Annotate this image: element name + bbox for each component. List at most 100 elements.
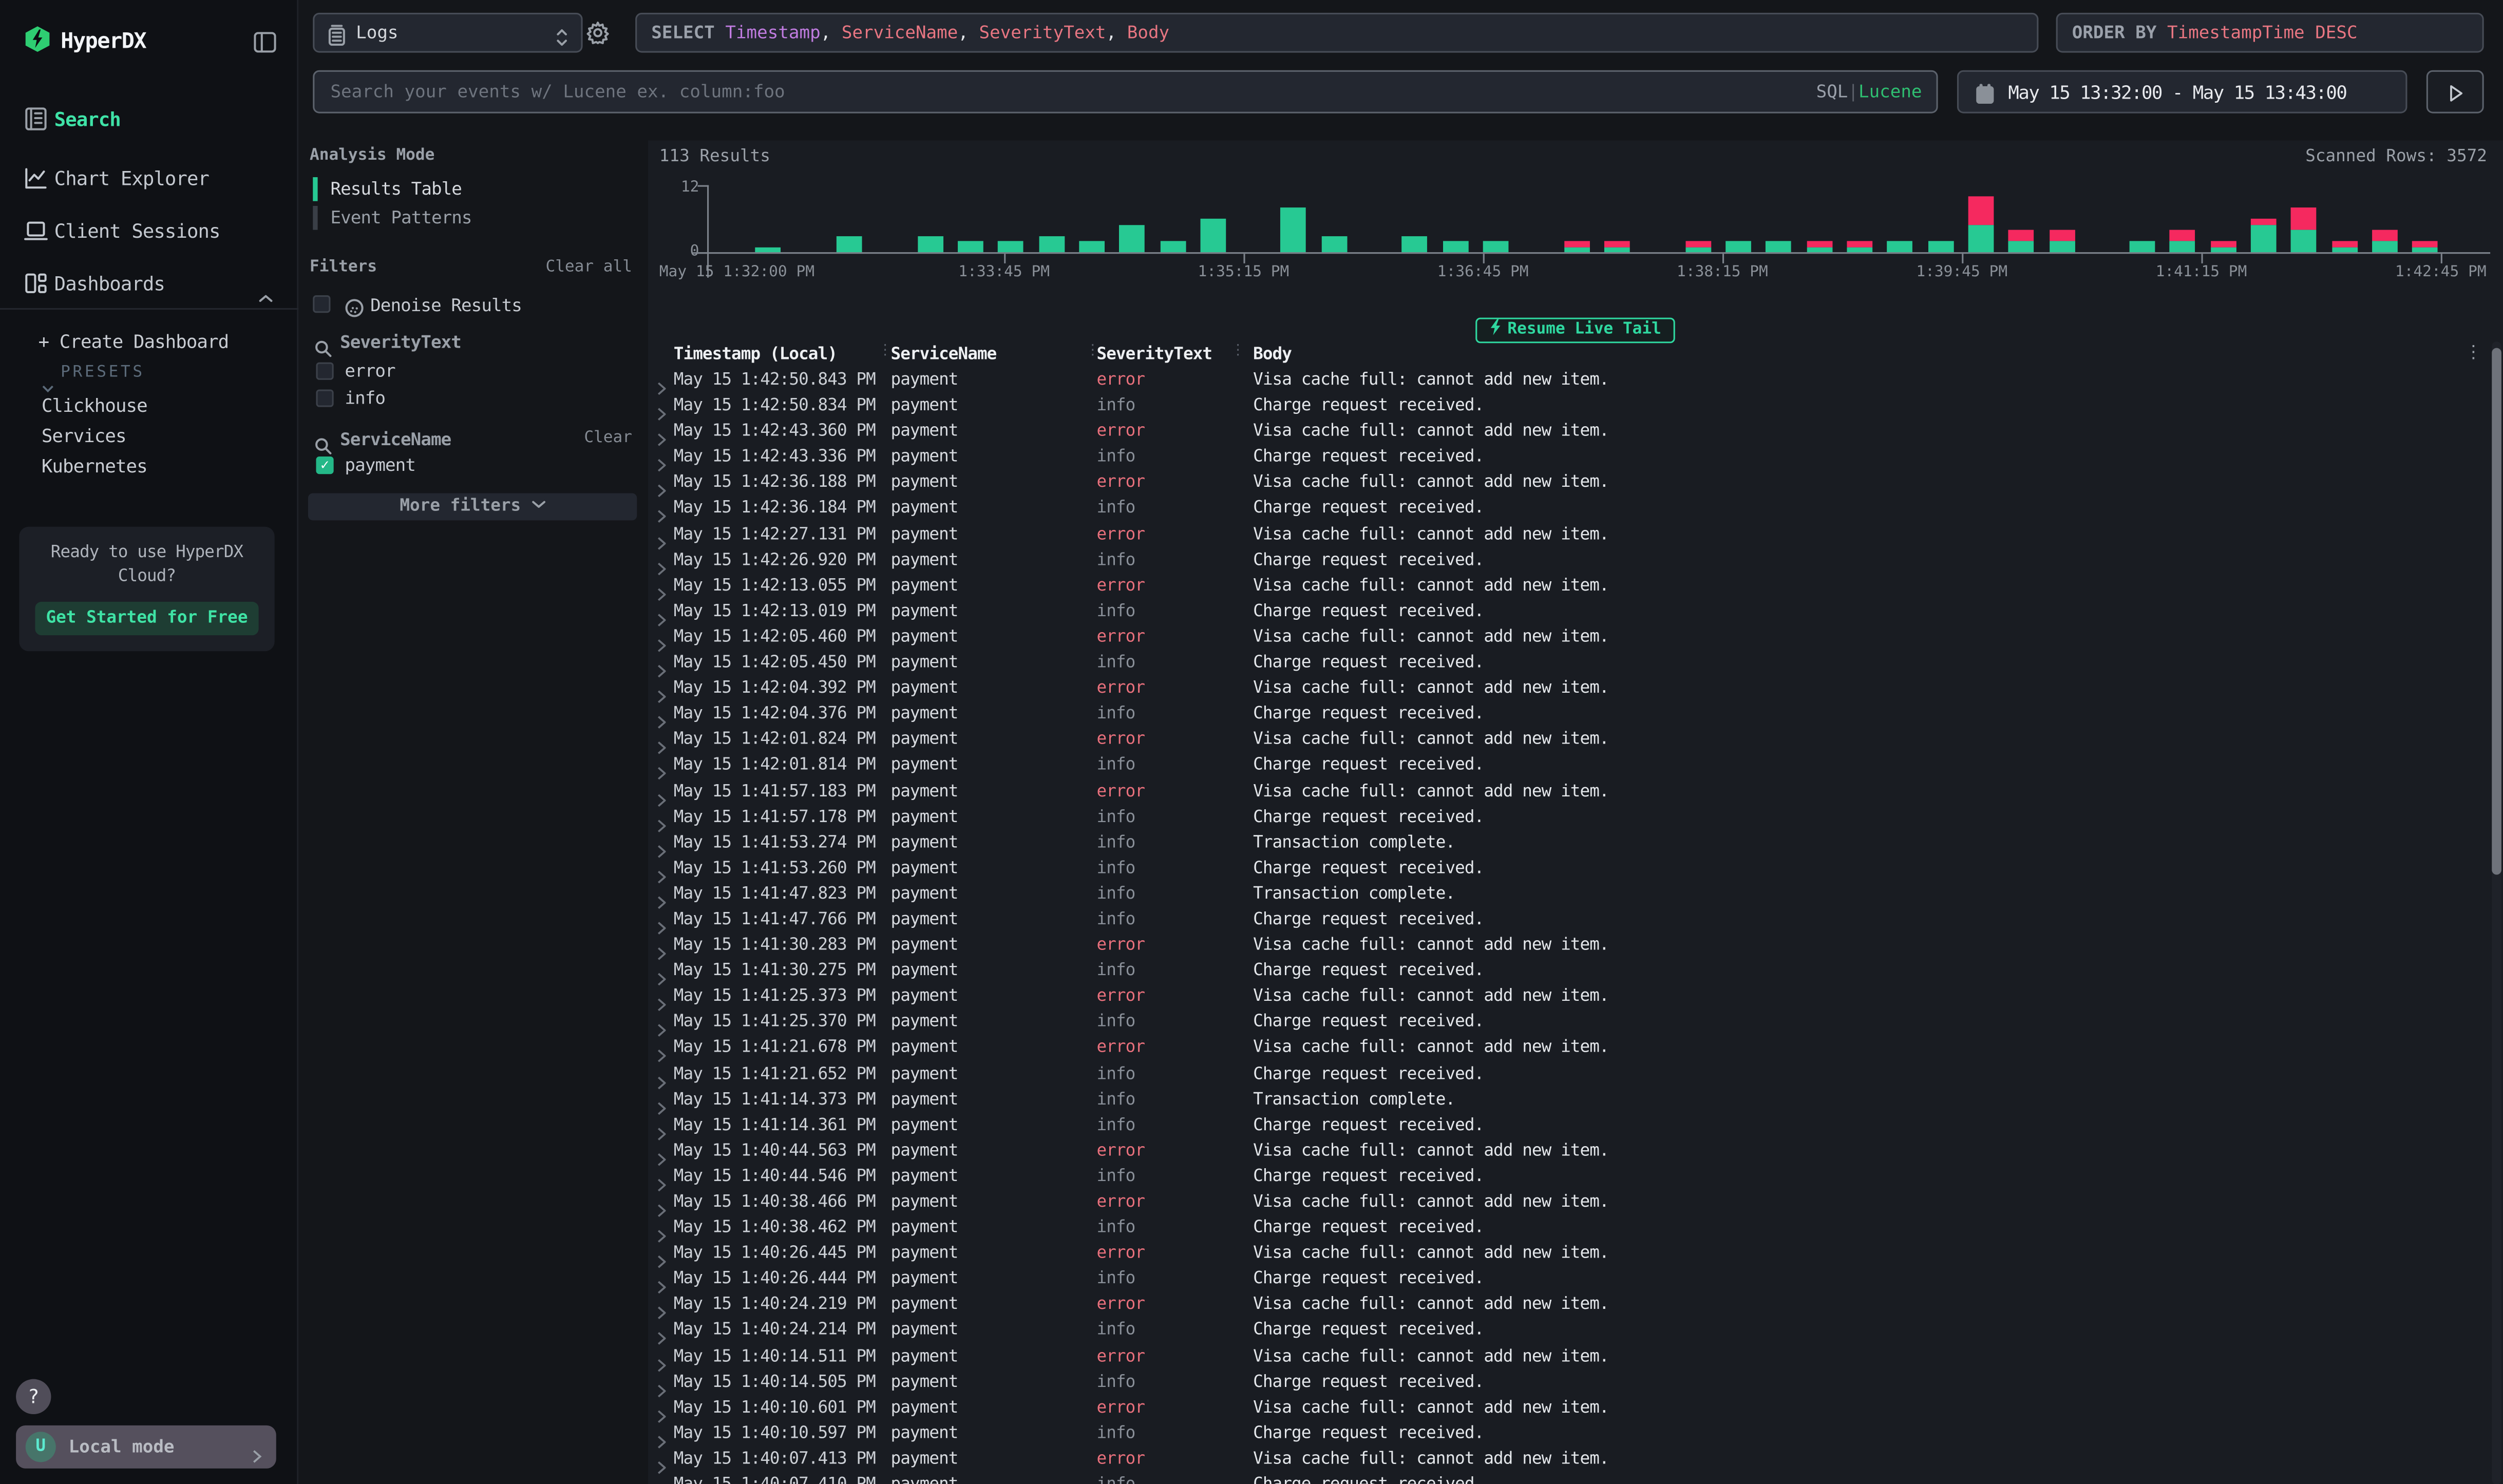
histogram-bar[interactable] [755, 246, 781, 252]
expand-row-icon[interactable] [656, 372, 669, 388]
histogram-bar[interactable] [1685, 241, 1711, 252]
histogram-bar[interactable] [1968, 196, 1994, 252]
table-row[interactable]: May 15 1:42:04.392 PMpaymenterrorVisa ca… [648, 675, 2493, 701]
table-row[interactable]: May 15 1:42:43.336 PMpaymentinfoCharge r… [648, 444, 2493, 470]
sidebar-item-chart-explorer[interactable]: Chart Explorer [0, 155, 298, 203]
table-row[interactable]: May 15 1:42:01.814 PMpaymentinfoCharge r… [648, 752, 2493, 778]
local-mode-menu[interactable]: U Local mode [16, 1425, 276, 1469]
expand-row-icon[interactable] [656, 809, 669, 825]
table-row[interactable]: May 15 1:40:10.601 PMpaymenterrorVisa ca… [648, 1395, 2493, 1420]
resume-live-tail-button[interactable]: Resume Live Tail [1475, 318, 1676, 344]
chevron-up-icon[interactable] [259, 279, 273, 289]
search-input[interactable]: Search your events w/ Lucene ex. column:… [313, 70, 1938, 113]
histogram-bar[interactable] [1564, 241, 1589, 252]
histogram-bar[interactable] [2008, 230, 2034, 253]
expand-row-icon[interactable] [656, 963, 669, 979]
expand-row-icon[interactable] [656, 757, 669, 773]
expand-row-icon[interactable] [656, 1014, 669, 1030]
column-timestamp[interactable]: Timestamp (Local) [674, 345, 837, 364]
tab-results-table[interactable]: Results Table [313, 176, 632, 203]
histogram-bar[interactable] [2332, 241, 2358, 252]
table-row[interactable]: May 15 1:41:30.283 PMpaymenterrorVisa ca… [648, 933, 2493, 958]
expand-row-icon[interactable] [656, 937, 669, 953]
histogram-bar[interactable] [2170, 230, 2196, 253]
lucene-toggle[interactable]: Lucene [1859, 82, 1922, 102]
table-row[interactable]: May 15 1:40:24.219 PMpaymenterrorVisa ca… [648, 1292, 2493, 1318]
table-row[interactable]: May 15 1:41:57.183 PMpaymenterrorVisa ca… [648, 778, 2493, 804]
filter-info-label[interactable]: info [345, 388, 385, 408]
column-servicename[interactable]: ServiceName [890, 345, 996, 364]
expand-row-icon[interactable] [656, 629, 669, 645]
table-row[interactable]: May 15 1:42:13.019 PMpaymentinfoCharge r… [648, 598, 2493, 624]
column-severitytext[interactable]: SeverityText [1096, 345, 1212, 364]
table-row[interactable]: May 15 1:41:30.275 PMpaymentinfoCharge r… [648, 958, 2493, 984]
expand-row-icon[interactable] [656, 834, 669, 850]
column-resize-handle[interactable]: ⋮ [1231, 343, 1245, 359]
table-row[interactable]: May 15 1:41:53.260 PMpaymentinfoCharge r… [648, 855, 2493, 881]
expand-row-icon[interactable] [656, 860, 669, 876]
expand-row-icon[interactable] [656, 526, 669, 542]
table-row[interactable]: May 15 1:40:38.466 PMpaymenterrorVisa ca… [648, 1189, 2493, 1215]
histogram-bar[interactable] [1847, 241, 1872, 252]
run-query-button[interactable] [2426, 70, 2484, 113]
expand-row-icon[interactable] [656, 449, 669, 465]
expand-row-icon[interactable] [656, 1040, 669, 1056]
scrollbar-thumb[interactable] [2492, 348, 2501, 875]
expand-row-icon[interactable] [656, 423, 669, 439]
clear-all-filters-button[interactable]: Clear all [545, 259, 632, 276]
filter-error-checkbox[interactable] [316, 363, 333, 380]
table-row[interactable]: May 15 1:41:14.361 PMpaymentinfoCharge r… [648, 1112, 2493, 1138]
table-row[interactable]: May 15 1:42:43.360 PMpaymenterrorVisa ca… [648, 418, 2493, 444]
expand-row-icon[interactable] [656, 1476, 669, 1484]
histogram-bar[interactable] [1483, 241, 1509, 252]
tab-event-patterns[interactable]: Event Patterns [313, 204, 632, 232]
expand-row-icon[interactable] [656, 1271, 669, 1287]
table-row[interactable]: May 15 1:41:25.373 PMpaymenterrorVisa ca… [648, 984, 2493, 1010]
table-row[interactable]: May 15 1:40:26.445 PMpaymenterrorVisa ca… [648, 1241, 2493, 1266]
expand-row-icon[interactable] [656, 1374, 669, 1390]
histogram-bar[interactable] [1604, 241, 1630, 252]
table-row[interactable]: May 15 1:42:27.131 PMpaymenterrorVisa ca… [648, 521, 2493, 547]
filter-payment-label[interactable]: payment [345, 455, 415, 475]
expand-row-icon[interactable] [656, 474, 669, 490]
histogram-bar[interactable] [1887, 241, 1913, 252]
histogram-bar[interactable] [2251, 219, 2277, 252]
histogram-bar[interactable] [998, 241, 1023, 252]
expand-row-icon[interactable] [656, 1220, 669, 1235]
chevron-down-icon[interactable] [42, 369, 54, 377]
gear-icon[interactable] [586, 21, 610, 45]
table-row[interactable]: May 15 1:42:01.824 PMpaymenterrorVisa ca… [648, 727, 2493, 752]
table-row[interactable]: May 15 1:40:26.444 PMpaymentinfoCharge r… [648, 1266, 2493, 1292]
histogram-bar[interactable] [1200, 219, 1226, 252]
table-row[interactable]: May 15 1:42:26.920 PMpaymentinfoCharge r… [648, 547, 2493, 573]
histogram-bar[interactable] [958, 241, 983, 252]
histogram-bar[interactable] [1806, 241, 1832, 252]
sidebar-item-client-sessions[interactable]: Client Sessions [0, 207, 298, 255]
expand-row-icon[interactable] [656, 732, 669, 748]
expand-row-icon[interactable] [656, 1143, 669, 1158]
table-row[interactable]: May 15 1:40:38.462 PMpaymentinfoCharge r… [648, 1215, 2493, 1241]
table-row[interactable]: May 15 1:42:13.055 PMpaymenterrorVisa ca… [648, 573, 2493, 598]
expand-row-icon[interactable] [656, 1194, 669, 1210]
expand-row-icon[interactable] [656, 1117, 669, 1133]
table-row[interactable]: May 15 1:41:21.678 PMpaymenterrorVisa ca… [648, 1035, 2493, 1061]
table-row[interactable]: May 15 1:42:36.184 PMpaymentinfoCharge r… [648, 496, 2493, 521]
table-row[interactable]: May 15 1:42:04.376 PMpaymentinfoCharge r… [648, 701, 2493, 727]
get-started-button[interactable]: Get Started for Free [35, 602, 258, 635]
table-row[interactable]: May 15 1:41:14.373 PMpaymentinfoTransact… [648, 1087, 2493, 1112]
expand-row-icon[interactable] [656, 1348, 669, 1364]
denoise-label[interactable]: Denoise Results [370, 295, 522, 316]
filter-group-servicename[interactable]: ServiceName [340, 429, 451, 450]
sidebar-item-kubernetes[interactable]: Kubernetes [42, 455, 147, 478]
histogram-bar[interactable] [2372, 230, 2398, 253]
histogram-bar[interactable] [1766, 241, 1792, 252]
histogram-bar[interactable] [1725, 241, 1751, 252]
filter-payment-checkbox[interactable]: ✓ [316, 456, 333, 474]
table-row[interactable]: May 15 1:40:14.505 PMpaymentinfoCharge r… [648, 1369, 2493, 1395]
expand-row-icon[interactable] [656, 783, 669, 799]
histogram-bar[interactable] [1079, 241, 1105, 252]
date-range-picker[interactable]: May 15 13:32:00 - May 15 13:43:00 [1957, 70, 2407, 113]
expand-row-icon[interactable] [656, 886, 669, 902]
sidebar-collapse-icon[interactable] [254, 29, 276, 49]
expand-row-icon[interactable] [656, 500, 669, 516]
